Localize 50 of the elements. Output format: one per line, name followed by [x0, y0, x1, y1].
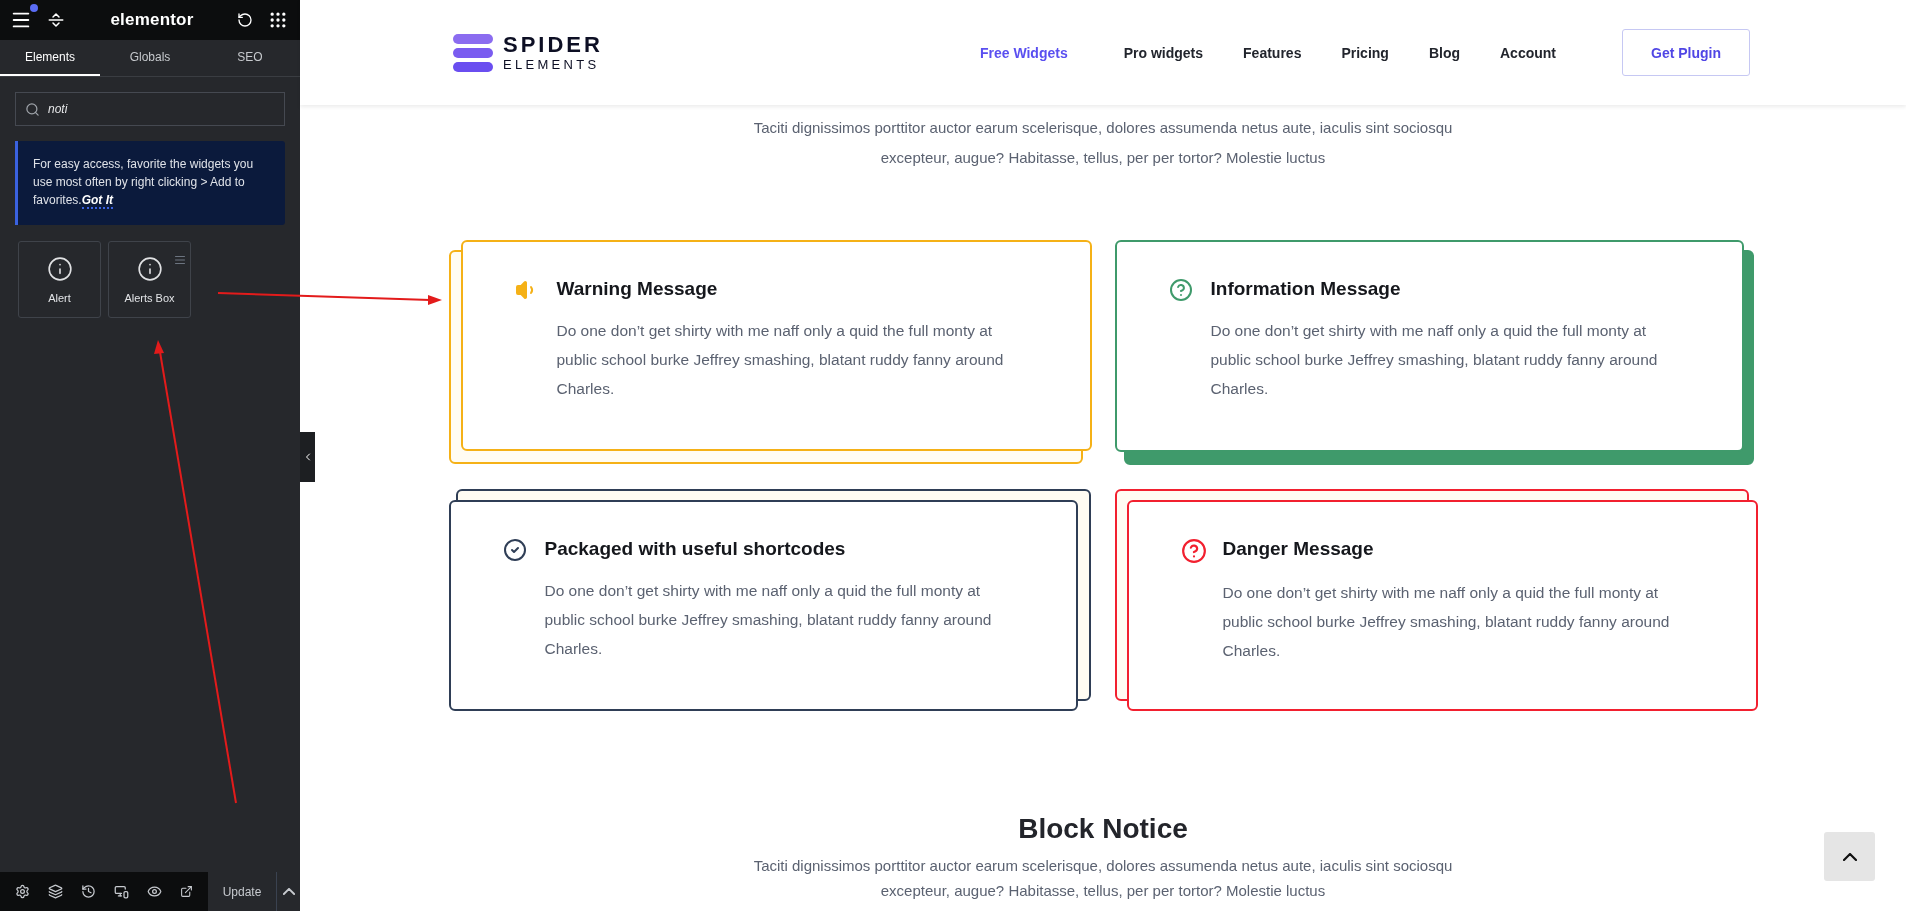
card-text: Do one don’t get shirty with me naff only a quid the full monty at public school burke Jeffrey smashing, blatant ruddy fanny around Charles.: [544, 581, 993, 659]
structure-icon[interactable]: [47, 11, 66, 29]
handle-icon[interactable]: [174, 254, 186, 266]
nav-link[interactable]: Blog: [1428, 44, 1460, 61]
devices-icon[interactable]: [114, 884, 129, 899]
external-link-icon[interactable]: [180, 885, 193, 898]
card-title: Warning Message: [556, 278, 719, 301]
card-title: Information Message: [1210, 278, 1402, 301]
eye-icon[interactable]: [147, 884, 162, 899]
apps-grid-icon[interactable]: [268, 10, 288, 30]
logo-icon: [453, 33, 493, 72]
nav-link[interactable]: Account: [1500, 44, 1556, 61]
section-text: Taciti dignissimos porttitor auctor earum scelerisque, dolores assumenda netus aute, iaculis sint sociosqu excepteur, augue? Habitasse, tellus, per per tortor? Molestie luctus: [752, 856, 1454, 901]
nav-link[interactable]: Pro widgets: [1123, 44, 1204, 61]
logo-subtitle: ELEMENTS: [503, 58, 601, 71]
get-plugin-button[interactable]: Get Plugin: [1622, 29, 1750, 76]
got-it-link[interactable]: Got It: [81, 193, 113, 209]
check-circle-icon: [502, 538, 527, 562]
panel-tab[interactable]: Globals: [100, 40, 200, 76]
info-icon: [46, 255, 73, 282]
chevron-up-icon: [1842, 852, 1857, 861]
card-text: Do one don’t get shirty with me naff only a quid the full monty at public school burke Jeffrey smashing, blatant ruddy fanny around Charles.: [556, 321, 1005, 399]
section-title: Block Notice: [1018, 813, 1188, 845]
logo-wordmark: SPIDER: [503, 34, 603, 56]
card-text: Do one don’t get shirty with me naff only a quid the full monty at public school burke Jeffrey smashing, blatant ruddy fanny around Charles.: [1210, 321, 1659, 399]
app-logo: elementor: [110, 10, 194, 30]
search-field[interactable]: noti: [15, 92, 285, 126]
undo-icon[interactable]: [236, 12, 253, 28]
widget-tile[interactable]: Alerts Box: [108, 241, 191, 318]
panel-tab[interactable]: SEO: [200, 40, 300, 76]
nav-link[interactable]: Free Widgets: [979, 44, 1068, 61]
nav-link[interactable]: Pricing: [1341, 44, 1389, 61]
nav-link[interactable]: Features: [1243, 44, 1302, 61]
tip-text: For easy access, favorite the widgets you use most often by right clicking > Add to favorites.Got It: [33, 156, 255, 209]
card-text: Do one don’t get shirty with me naff only a quid the full monty at public school burke Jeffrey smashing, blatant ruddy fanny around Charles.: [1222, 583, 1671, 661]
layers-icon[interactable]: [48, 884, 63, 899]
question-icon: [1180, 538, 1207, 564]
card-title: Danger Message: [1222, 538, 1375, 561]
search-icon: [25, 102, 40, 117]
history-icon[interactable]: [81, 884, 96, 899]
chevron-up-icon: [282, 888, 295, 895]
info-icon: [136, 255, 163, 282]
widget-label: Alerts Box: [124, 291, 175, 304]
card-title: Packaged with useful shortcodes: [544, 538, 847, 561]
intro-text: Taciti dignissimos porttitor auctor earum scelerisque, dolores assumenda netus aute, iaculis sint sociosqu excepteur, augue? Habitasse, tellus, per per tortor? Molestie luctus: [752, 118, 1454, 168]
panel-tab[interactable]: Elements: [0, 40, 100, 76]
widget-tile[interactable]: Alert: [18, 241, 101, 318]
question-icon: [1168, 278, 1193, 302]
widget-label: Alert: [48, 291, 71, 304]
settings-icon[interactable]: [15, 884, 30, 899]
